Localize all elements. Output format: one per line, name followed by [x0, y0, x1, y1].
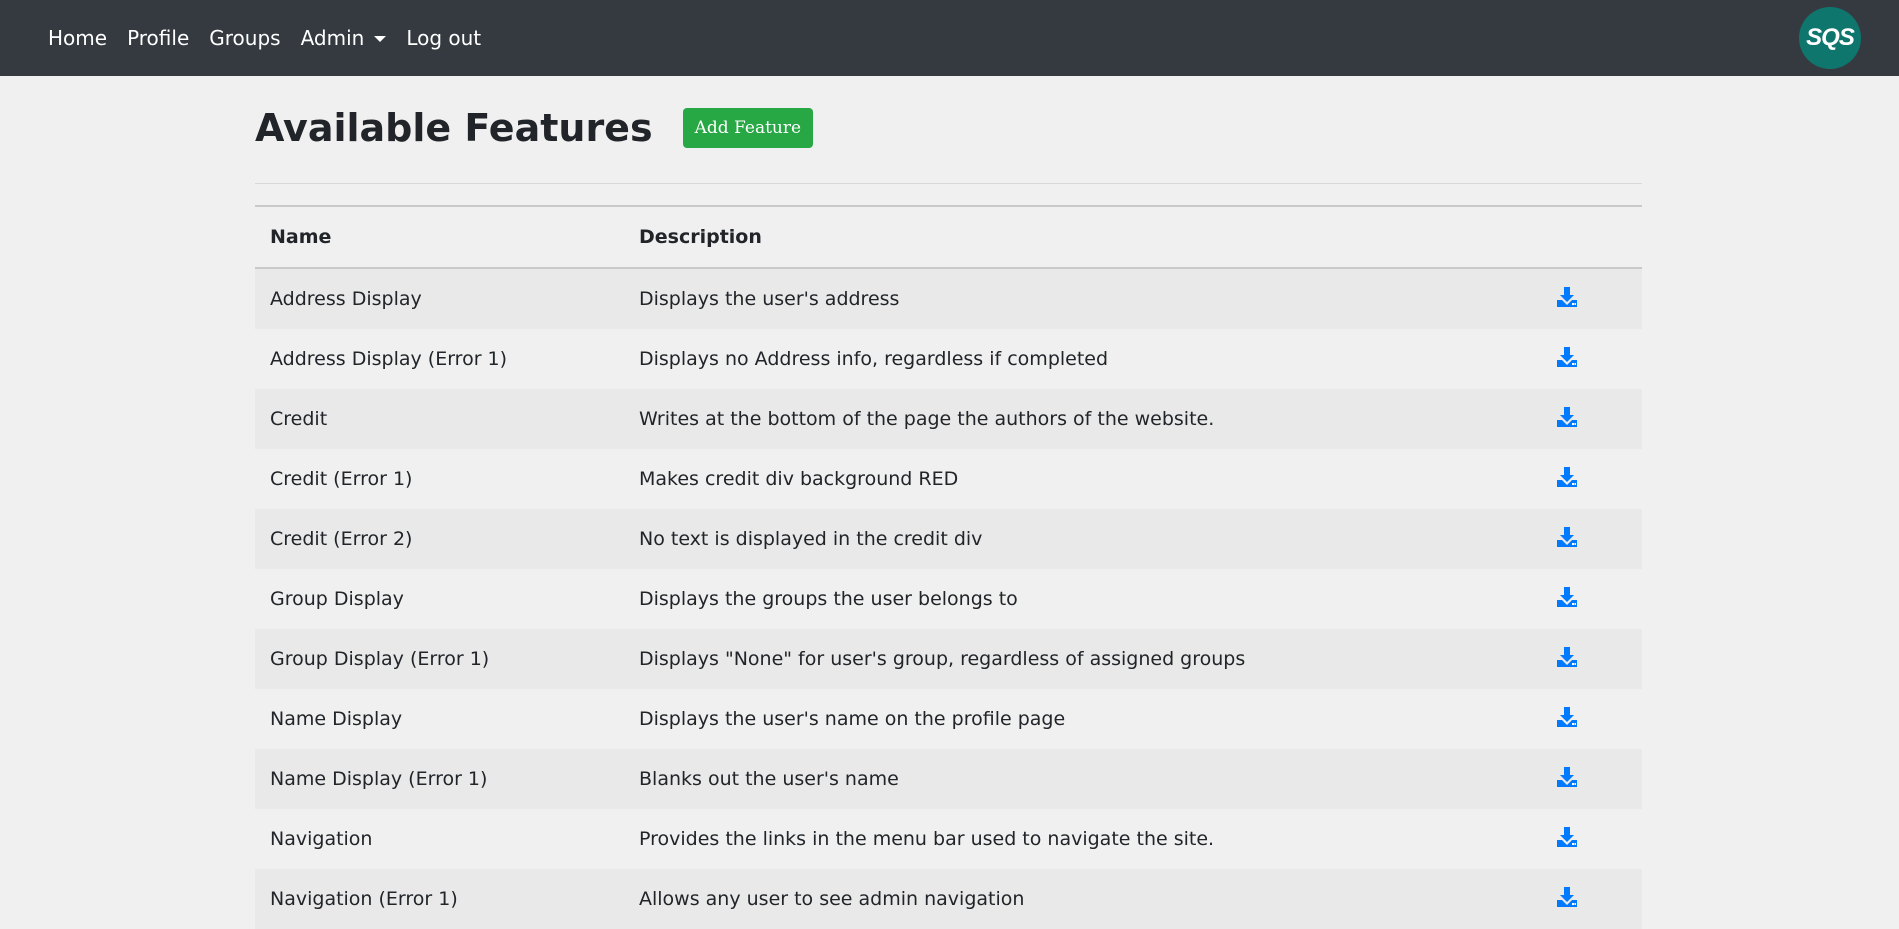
- feature-action-cell: [1492, 389, 1642, 449]
- page-title: Available Features: [255, 106, 653, 150]
- feature-description-cell: Makes credit div background RED: [639, 468, 959, 490]
- nav-profile-link[interactable]: Profile: [127, 26, 189, 50]
- navbar: Home Profile Groups Admin Log out SQS: [0, 0, 1899, 76]
- download-icon[interactable]: [1556, 646, 1578, 668]
- column-header-action: [1492, 205, 1642, 269]
- feature-action-cell: [1492, 268, 1642, 329]
- table-row: Address Display (Error 1) Displays no Add…: [255, 329, 1642, 389]
- feature-name-cell: Group Display (Error 1): [270, 648, 490, 670]
- feature-name-cell: Address Display: [270, 288, 422, 310]
- page-header: Available Features Add Feature: [255, 76, 1642, 180]
- feature-name-cell: Navigation (Error 1): [270, 888, 458, 910]
- feature-description-cell: Allows any user to see admin navigation: [639, 888, 1025, 910]
- table-row: Name Display Displays the user's name on …: [255, 689, 1642, 749]
- column-header-name: Name: [255, 205, 624, 269]
- feature-action-cell: [1492, 509, 1642, 569]
- table-row: Credit Writes at the bottom of the page t…: [255, 389, 1642, 449]
- feature-name-cell: Name Display: [270, 708, 403, 730]
- feature-description-cell: Displays no Address info, regardless if …: [639, 348, 1109, 370]
- nav-logout-link[interactable]: Log out: [406, 26, 481, 50]
- table-row: Credit (Error 1) Makes credit div backgro…: [255, 449, 1642, 509]
- download-icon[interactable]: [1556, 886, 1578, 908]
- feature-action-cell: [1492, 809, 1642, 869]
- feature-action-cell: [1492, 869, 1642, 929]
- nav-groups-link[interactable]: Groups: [209, 26, 280, 50]
- nav-admin-label: Admin: [300, 26, 365, 50]
- table-row: Credit (Error 2) No text is displayed in …: [255, 509, 1642, 569]
- download-icon[interactable]: [1556, 706, 1578, 728]
- feature-description-cell: Displays the user's address: [639, 288, 900, 310]
- feature-description-cell: Displays "None" for user's group, regard…: [639, 648, 1246, 670]
- feature-action-cell: [1492, 629, 1642, 689]
- table-row: Address Display Displays the user's addre…: [255, 268, 1642, 329]
- feature-description-cell: Displays the user's name on the profile …: [639, 708, 1066, 730]
- download-icon[interactable]: [1556, 586, 1578, 608]
- table-row: Navigation (Error 1) Allows any user to s…: [255, 869, 1642, 929]
- feature-name-cell: Credit: [270, 408, 328, 430]
- download-icon[interactable]: [1556, 406, 1578, 428]
- feature-action-cell: [1492, 449, 1642, 509]
- main-container: Available Features Add Feature Name Desc…: [255, 76, 1642, 929]
- brand-logo[interactable]: SQS: [1799, 7, 1861, 69]
- feature-name-cell: Credit (Error 2): [270, 528, 413, 550]
- feature-name-cell: Credit (Error 1): [270, 468, 413, 490]
- download-icon[interactable]: [1556, 766, 1578, 788]
- table-row: Group Display Displays the groups the use…: [255, 569, 1642, 629]
- feature-action-cell: [1492, 569, 1642, 629]
- add-feature-button[interactable]: Add Feature: [682, 108, 814, 148]
- chevron-down-icon: [374, 36, 387, 42]
- feature-description-cell: Writes at the bottom of the page the aut…: [639, 408, 1215, 430]
- download-icon[interactable]: [1556, 826, 1578, 848]
- nav-home-link[interactable]: Home: [48, 26, 107, 50]
- column-header-description: Description: [624, 205, 1492, 269]
- feature-description-cell: No text is displayed in the credit div: [639, 528, 983, 550]
- feature-description-cell: Displays the groups the user belongs to: [639, 588, 1018, 610]
- divider: [255, 183, 1642, 184]
- nav-links: Home Profile Groups Admin Log out: [48, 26, 501, 50]
- logo-text: SQS: [1806, 24, 1855, 51]
- feature-name-cell: Group Display: [270, 588, 404, 610]
- feature-description-cell: Blanks out the user's name: [639, 768, 899, 790]
- feature-action-cell: [1492, 749, 1642, 809]
- download-icon[interactable]: [1556, 526, 1578, 548]
- nav-admin-dropdown[interactable]: Admin: [301, 26, 387, 50]
- table-body: Address Display Displays the user's addre…: [255, 268, 1642, 929]
- table-row: Name Display (Error 1) Blanks out the use…: [255, 749, 1642, 809]
- download-icon[interactable]: [1556, 466, 1578, 488]
- table-row: Navigation Provides the links in the menu…: [255, 809, 1642, 869]
- download-icon[interactable]: [1556, 346, 1578, 368]
- feature-action-cell: [1492, 329, 1642, 389]
- feature-name-cell: Navigation: [270, 828, 373, 850]
- feature-action-cell: [1492, 689, 1642, 749]
- features-table: Name Description Address Display Displays…: [255, 205, 1642, 929]
- table-header: Name Description: [255, 205, 1642, 269]
- feature-name-cell: Name Display (Error 1): [270, 768, 488, 790]
- download-icon[interactable]: [1556, 286, 1578, 308]
- feature-description-cell: Provides the links in the menu bar used …: [639, 828, 1215, 850]
- feature-name-cell: Address Display (Error 1): [270, 348, 508, 370]
- table-row: Group Display (Error 1) Displays "None" f…: [255, 629, 1642, 689]
